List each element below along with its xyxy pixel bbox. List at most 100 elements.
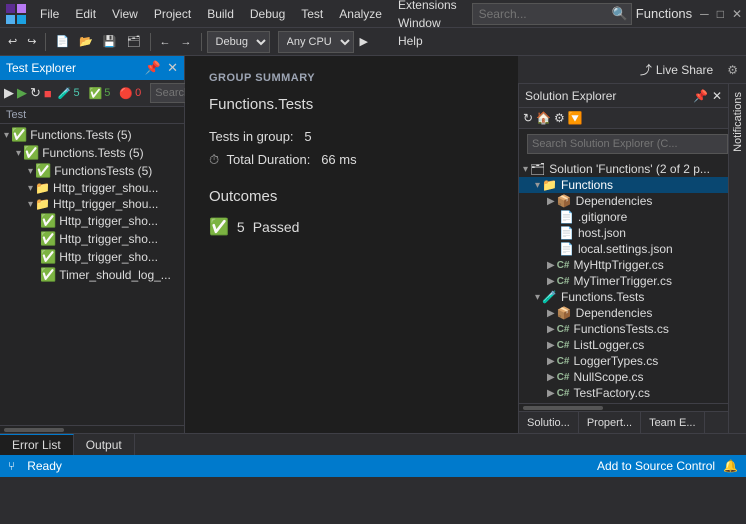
list-item[interactable]: ▶ C# MyHttpTrigger.cs: [519, 257, 728, 273]
list-item[interactable]: ▶ C# TestFactory.cs: [519, 385, 728, 401]
pin-icon[interactable]: 📌: [145, 60, 161, 76]
list-item[interactable]: ✅ Timer_should_log_...: [0, 266, 184, 284]
list-item[interactable]: ▶ C# ListLogger.cs: [519, 337, 728, 353]
back-btn[interactable]: ←: [156, 34, 175, 50]
se-close-icon[interactable]: ✕: [712, 89, 722, 103]
menu-window[interactable]: Window: [390, 14, 449, 32]
menu-debug[interactable]: Debug: [242, 5, 293, 23]
list-item[interactable]: ▶ 📦 Dependencies: [519, 193, 728, 209]
pass-badge: ✅ 5: [86, 87, 114, 100]
start-btn[interactable]: ▶: [356, 33, 372, 50]
group-summary-panel: Group Summary Functions.Tests Tests in g…: [185, 56, 518, 433]
list-item[interactable]: 📄 local.settings.json: [519, 241, 728, 257]
list-item[interactable]: ▾ ✅ Functions.Tests (5): [0, 144, 184, 162]
list-item[interactable]: ▾ 📁 Functions: [519, 177, 728, 193]
se-tabs: Solutio... Propert... Team E...: [519, 411, 728, 433]
menu-search-input[interactable]: [472, 3, 632, 25]
pass-icon: ✅: [40, 249, 56, 265]
notifications-bar: Notifications: [728, 84, 746, 433]
tree-item-label: Http_trigger_shou...: [53, 197, 158, 211]
close-icon[interactable]: ✕: [732, 7, 742, 21]
se-pin-icon[interactable]: 📌: [693, 89, 708, 103]
solution-explorer-panel: Solution Explorer 📌 ✕ ↻ 🏠 ⚙ 🔽: [518, 84, 728, 433]
se-settings-btn[interactable]: ⚙: [554, 111, 565, 125]
list-item[interactable]: ✅ Http_trigger_sho...: [0, 212, 184, 230]
list-item[interactable]: 📄 .gitignore: [519, 209, 728, 225]
se-item-label: MyHttpTrigger.cs: [574, 258, 664, 272]
add-source-control-btn[interactable]: Add to Source Control: [597, 459, 715, 473]
tab-properties[interactable]: Propert...: [579, 412, 641, 433]
restore-icon[interactable]: □: [717, 7, 724, 21]
platform-select[interactable]: Any CPU: [278, 31, 354, 53]
list-item[interactable]: ▾ ✅ Functions.Tests (5): [0, 126, 184, 144]
tree-item-label: Http_trigger_sho...: [59, 232, 158, 246]
scrollbar-thumb[interactable]: [4, 428, 64, 432]
list-item[interactable]: 📄 host.json: [519, 225, 728, 241]
run-all-btn[interactable]: ▶: [4, 85, 14, 101]
live-share-label: Live Share: [656, 63, 713, 77]
menu-help[interactable]: Help: [390, 32, 431, 50]
new-file-btn[interactable]: 📄: [51, 33, 73, 50]
tab-output[interactable]: Output: [74, 434, 135, 455]
list-item[interactable]: ▾ 🗂 Solution 'Functions' (2 of 2 p...: [519, 161, 728, 177]
list-item[interactable]: ▾ ✅ FunctionsTests (5): [0, 162, 184, 180]
bell-icon[interactable]: 🔔: [723, 459, 738, 473]
settings-icon[interactable]: ⚙: [727, 63, 738, 77]
save-all-btn[interactable]: 🗂: [123, 33, 145, 50]
tab-team-explorer[interactable]: Team E...: [641, 412, 704, 433]
menu-file[interactable]: File: [32, 5, 67, 23]
list-item[interactable]: ✅ Http_trigger_sho...: [0, 248, 184, 266]
csharp-icon: C#: [557, 260, 570, 271]
se-scrollbar[interactable]: [519, 403, 728, 411]
menu-build[interactable]: Build: [199, 5, 242, 23]
menu-bar: File Edit View Project Build Debug Test …: [0, 0, 746, 28]
undo-btn[interactable]: ↩: [4, 33, 21, 50]
list-item[interactable]: ▶ C# MyTimerTrigger.cs: [519, 273, 728, 289]
open-btn[interactable]: 📂: [75, 33, 97, 50]
run-selected-btn[interactable]: ▶: [17, 85, 27, 101]
menu-test[interactable]: Test: [293, 5, 331, 23]
se-filter-btn[interactable]: 🔽: [568, 111, 583, 125]
se-item-label: FunctionsTests.cs: [574, 322, 669, 336]
clock-icon: ⏱: [209, 152, 219, 167]
git-icon: ⑂: [8, 459, 15, 473]
passed-label: Passed: [253, 219, 300, 235]
se-sync-btn[interactable]: ↻: [523, 111, 533, 125]
menu-extensions[interactable]: Extensions: [390, 0, 465, 14]
test-label: Test: [0, 107, 184, 124]
live-share-btn[interactable]: ⤴ Live Share: [634, 59, 719, 80]
refresh-btn[interactable]: ↻: [30, 85, 41, 101]
toolbar-sep-2: [150, 33, 151, 51]
pass-icon: ✅: [40, 213, 56, 229]
list-item[interactable]: ▾ 🧪 Functions.Tests: [519, 289, 728, 305]
notifications-label[interactable]: Notifications: [730, 88, 746, 156]
chevron-icon: ▾: [28, 199, 33, 210]
test-tree-scrollbar[interactable]: [0, 425, 184, 433]
list-item[interactable]: ▶ C# LoggerTypes.cs: [519, 353, 728, 369]
se-search-input[interactable]: [527, 134, 728, 154]
menu-view[interactable]: View: [104, 5, 146, 23]
stop-btn[interactable]: ■: [44, 86, 52, 101]
tab-solution[interactable]: Solutio...: [519, 412, 579, 433]
save-btn[interactable]: 💾: [99, 33, 121, 50]
tests-in-group-value: 5: [304, 129, 311, 144]
minimize-icon[interactable]: ─: [700, 7, 709, 21]
list-item[interactable]: ✅ Http_trigger_sho...: [0, 230, 184, 248]
deps-icon: 📦: [557, 306, 572, 320]
menu-edit[interactable]: Edit: [67, 5, 104, 23]
list-item[interactable]: ▶ 📦 Dependencies: [519, 305, 728, 321]
redo-btn[interactable]: ↪: [23, 33, 40, 50]
titlebar-close-icon[interactable]: ✕: [167, 60, 178, 76]
tab-error-list[interactable]: Error List: [0, 434, 74, 455]
forward-btn[interactable]: →: [177, 34, 196, 50]
list-item[interactable]: ▾ 📁 Http_trigger_shou...: [0, 196, 184, 212]
menu-project[interactable]: Project: [146, 5, 199, 23]
list-item[interactable]: ▶ C# NullScope.cs: [519, 369, 728, 385]
status-right: Add to Source Control 🔔: [597, 459, 738, 473]
se-scrollbar-thumb[interactable]: [523, 406, 603, 410]
list-item[interactable]: ▶ C# FunctionsTests.cs: [519, 321, 728, 337]
list-item[interactable]: ▾ 📁 Http_trigger_shou...: [0, 180, 184, 196]
config-select[interactable]: Debug: [207, 31, 270, 53]
menu-analyze[interactable]: Analyze: [331, 5, 390, 23]
se-home-btn[interactable]: 🏠: [536, 111, 551, 125]
